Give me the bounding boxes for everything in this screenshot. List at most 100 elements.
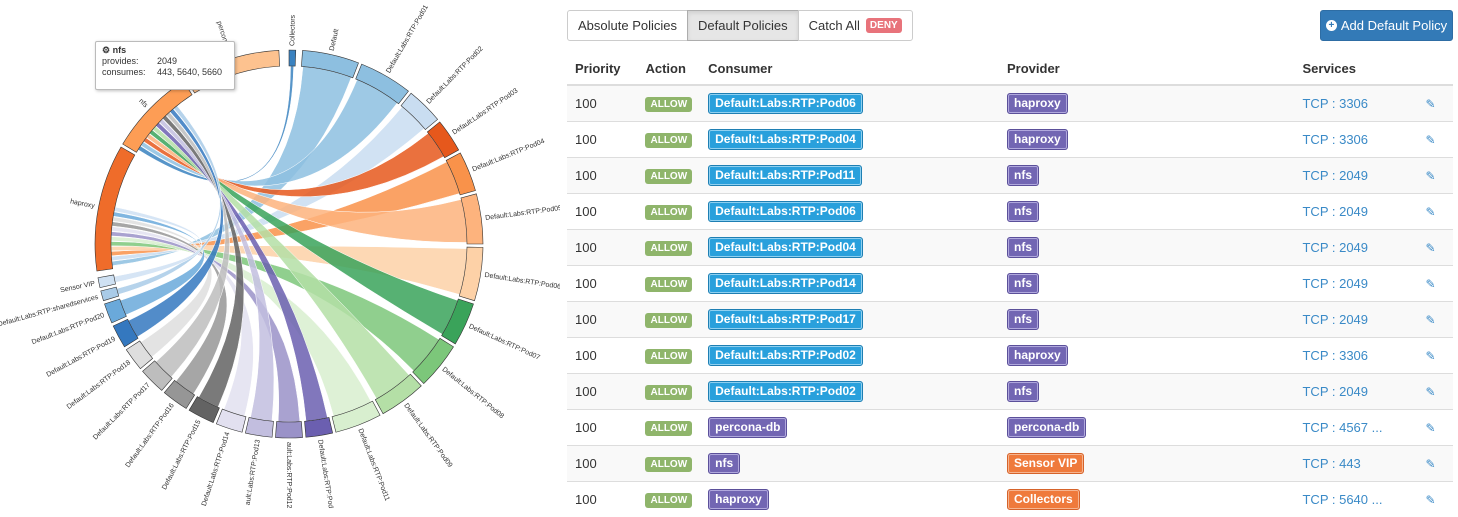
chord-segment[interactable] bbox=[98, 275, 116, 288]
tab-absolute-policies[interactable]: Absolute Policies bbox=[567, 10, 688, 41]
consumer-tag[interactable]: percona-db bbox=[708, 417, 787, 438]
consumer-cell: Default:Labs:RTP:Pod02 bbox=[700, 338, 999, 374]
chord-segment[interactable] bbox=[275, 422, 302, 438]
consumer-tag[interactable]: haproxy bbox=[708, 489, 769, 510]
priority-cell: 100 bbox=[567, 482, 637, 517]
add-default-policy-label: Add Default Policy bbox=[1341, 18, 1447, 33]
services-cell: TCP : 2049 bbox=[1294, 302, 1417, 338]
table-row: 100ALLOWDefault:Labs:RTP:Pod02nfsTCP : 2… bbox=[567, 374, 1453, 410]
tooltip-title: ⚙ nfs bbox=[102, 45, 228, 56]
provider-tag[interactable]: percona-db bbox=[1007, 417, 1086, 438]
add-default-policy-button[interactable]: + Add Default Policy bbox=[1320, 10, 1453, 41]
table-row: 100ALLOWDefault:Labs:RTP:Pod11nfsTCP : 2… bbox=[567, 158, 1453, 194]
consumer-cell: Default:Labs:RTP:Pod14 bbox=[700, 266, 999, 302]
edit-icon[interactable]: ✎ bbox=[1426, 169, 1436, 183]
edit-cell: ✎ bbox=[1418, 446, 1454, 482]
allow-badge: ALLOW bbox=[645, 457, 692, 472]
provider-tag[interactable]: haproxy bbox=[1007, 345, 1068, 366]
edit-icon[interactable]: ✎ bbox=[1426, 277, 1436, 291]
chord-segment[interactable] bbox=[289, 50, 296, 66]
header-provider: Provider bbox=[999, 53, 1294, 85]
edit-icon[interactable]: ✎ bbox=[1426, 97, 1436, 111]
service-link[interactable]: TCP : 2049 bbox=[1302, 276, 1368, 291]
provider-tag[interactable]: nfs bbox=[1007, 237, 1039, 258]
chord-segment-label: Default:Labs:RTP:Pod15 bbox=[161, 419, 202, 491]
table-row: 100ALLOWDefault:Labs:RTP:Pod02haproxyTCP… bbox=[567, 338, 1453, 374]
consumer-tag[interactable]: Default:Labs:RTP:Pod06 bbox=[708, 201, 863, 222]
service-link[interactable]: TCP : 2049 bbox=[1302, 204, 1368, 219]
provider-tag[interactable]: nfs bbox=[1007, 381, 1039, 402]
service-link[interactable]: TCP : 4567 ... bbox=[1302, 420, 1382, 435]
consumer-tag[interactable]: Default:Labs:RTP:Pod06 bbox=[708, 93, 863, 114]
chord-segment-label: Default:Labs:RTP:Pod17 bbox=[92, 382, 152, 442]
tooltip-consumes-row: consumes: 443, 5640, 5660 bbox=[102, 67, 228, 78]
edit-cell: ✎ bbox=[1418, 374, 1454, 410]
provider-cell: nfs bbox=[999, 158, 1294, 194]
service-link[interactable]: TCP : 2049 bbox=[1302, 168, 1368, 183]
consumer-tag[interactable]: Default:Labs:RTP:Pod02 bbox=[708, 345, 863, 366]
priority-cell: 100 bbox=[567, 266, 637, 302]
service-link[interactable]: TCP : 5640 ... bbox=[1302, 492, 1382, 507]
consumer-tag[interactable]: Default:Labs:RTP:Pod17 bbox=[708, 309, 863, 330]
provider-tag[interactable]: haproxy bbox=[1007, 93, 1068, 114]
provider-cell: percona-db bbox=[999, 410, 1294, 446]
tab-catch-all[interactable]: Catch All DENY bbox=[798, 10, 913, 41]
edit-icon[interactable]: ✎ bbox=[1426, 493, 1436, 507]
provider-tag[interactable]: nfs bbox=[1007, 165, 1039, 186]
table-row: 100ALLOWDefault:Labs:RTP:Pod06haproxyTCP… bbox=[567, 85, 1453, 122]
provider-tag[interactable]: nfs bbox=[1007, 201, 1039, 222]
chord-segment[interactable] bbox=[101, 287, 119, 301]
chord-segment-label: nfs bbox=[137, 98, 149, 110]
edit-icon[interactable]: ✎ bbox=[1426, 313, 1436, 327]
action-cell: ALLOW bbox=[637, 446, 700, 482]
provider-cell: Sensor VIP bbox=[999, 446, 1294, 482]
service-link[interactable]: TCP : 3306 bbox=[1302, 96, 1368, 111]
chord-segment-label: Sensor VIP bbox=[60, 280, 96, 294]
edit-icon[interactable]: ✎ bbox=[1426, 349, 1436, 363]
allow-badge: ALLOW bbox=[645, 97, 692, 112]
consumer-tag[interactable]: Default:Labs:RTP:Pod04 bbox=[708, 129, 863, 150]
edit-icon[interactable]: ✎ bbox=[1426, 241, 1436, 255]
tooltip-consumes-value: 443, 5640, 5660 bbox=[157, 67, 222, 78]
tab-default-policies[interactable]: Default Policies bbox=[687, 10, 799, 41]
chord-ribbons bbox=[111, 66, 467, 422]
provider-tag[interactable]: Collectors bbox=[1007, 489, 1080, 510]
edit-cell: ✎ bbox=[1418, 230, 1454, 266]
action-cell: ALLOW bbox=[637, 194, 700, 230]
service-link[interactable]: TCP : 2049 bbox=[1302, 240, 1368, 255]
consumer-tag[interactable]: Default:Labs:RTP:Pod14 bbox=[708, 273, 863, 294]
consumer-tag[interactable]: Default:Labs:RTP:Pod02 bbox=[708, 381, 863, 402]
edit-icon[interactable]: ✎ bbox=[1426, 385, 1436, 399]
service-link[interactable]: TCP : 443 bbox=[1302, 456, 1360, 471]
provider-cell: nfs bbox=[999, 302, 1294, 338]
allow-badge: ALLOW bbox=[645, 133, 692, 148]
provider-tag[interactable]: haproxy bbox=[1007, 129, 1068, 150]
service-link[interactable]: TCP : 2049 bbox=[1302, 312, 1368, 327]
edit-icon[interactable]: ✎ bbox=[1426, 421, 1436, 435]
services-cell: TCP : 2049 bbox=[1294, 374, 1417, 410]
consumer-tag[interactable]: nfs bbox=[708, 453, 740, 474]
consumer-tag[interactable]: Default:Labs:RTP:Pod04 bbox=[708, 237, 863, 258]
provider-tag[interactable]: nfs bbox=[1007, 273, 1039, 294]
header-services: Services bbox=[1294, 53, 1417, 85]
consumer-tag[interactable]: Default:Labs:RTP:Pod11 bbox=[708, 165, 862, 186]
provider-tag[interactable]: Sensor VIP bbox=[1007, 453, 1084, 474]
chord-segment-label: Default:Labs:RTP:Pod04 bbox=[471, 138, 545, 173]
services-cell: TCP : 2049 bbox=[1294, 194, 1417, 230]
service-link[interactable]: TCP : 2049 bbox=[1302, 384, 1368, 399]
provider-tag[interactable]: nfs bbox=[1007, 309, 1039, 330]
allow-badge: ALLOW bbox=[645, 421, 692, 436]
services-cell: TCP : 443 bbox=[1294, 446, 1417, 482]
action-cell: ALLOW bbox=[637, 338, 700, 374]
tooltip-node-name: nfs bbox=[113, 45, 127, 55]
chord-segment-label: ault:Labs:RTP:Pod13 bbox=[245, 439, 262, 506]
service-link[interactable]: TCP : 3306 bbox=[1302, 132, 1368, 147]
edit-icon[interactable]: ✎ bbox=[1426, 457, 1436, 471]
edit-icon[interactable]: ✎ bbox=[1426, 205, 1436, 219]
service-link[interactable]: TCP : 3306 bbox=[1302, 348, 1368, 363]
chord-diagram[interactable]: CollectorsDefaultDefault:Labs:RTP:Pod01D… bbox=[0, 0, 560, 508]
edit-icon[interactable]: ✎ bbox=[1426, 133, 1436, 147]
consumer-cell: Default:Labs:RTP:Pod11 bbox=[700, 158, 999, 194]
header-action: Action bbox=[637, 53, 700, 85]
chord-segment-label: Default bbox=[329, 28, 341, 51]
